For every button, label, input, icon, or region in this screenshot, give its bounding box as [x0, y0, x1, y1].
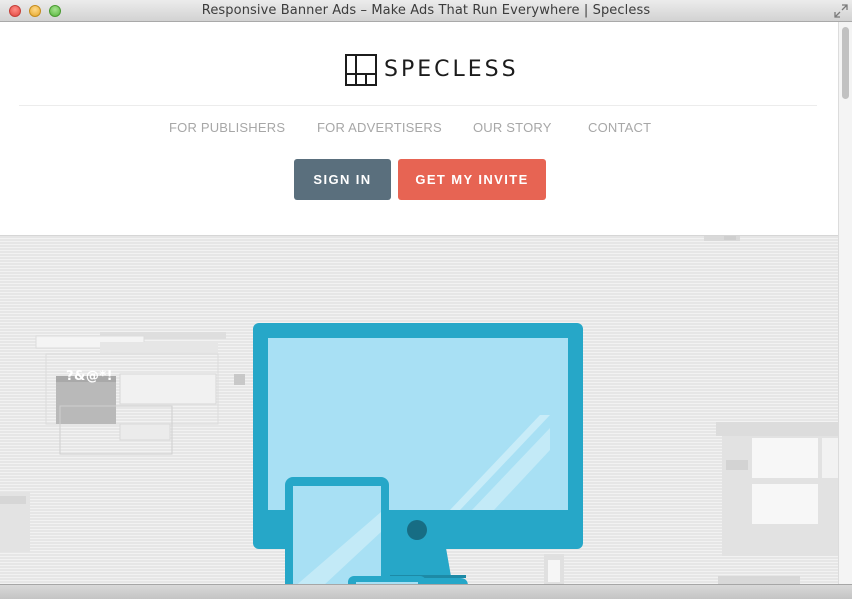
hero-section: ?&@*!: [0, 236, 838, 584]
window-title: Responsive Banner Ads – Make Ads That Ru…: [201, 3, 651, 18]
nav-link-our-story[interactable]: OUR STORY: [473, 120, 552, 135]
specless-logo-icon: [345, 53, 377, 86]
scrollbar-thumb[interactable]: [842, 27, 849, 99]
nav-link-for-publishers[interactable]: FOR PUBLISHERS: [169, 120, 285, 135]
browser-viewport: SPECLESS FOR PUBLISHERS FOR ADVERTISERS …: [0, 22, 838, 584]
nav-link-contact[interactable]: CONTACT: [588, 120, 651, 135]
symbols-text: ?&@*!: [66, 369, 114, 384]
logo-text: SPECLESS: [384, 56, 519, 82]
header-divider: [19, 105, 817, 106]
get-my-invite-button[interactable]: GET MY INVITE: [398, 159, 546, 200]
fullscreen-icon[interactable]: [834, 4, 848, 18]
sign-in-button[interactable]: SIGN IN: [294, 159, 391, 200]
window-titlebar: Responsive Banner Ads – Make Ads That Ru…: [0, 0, 852, 22]
nav-link-for-advertisers[interactable]: FOR ADVERTISERS: [317, 120, 442, 135]
logo[interactable]: SPECLESS: [345, 53, 519, 86]
window-bottom-bar: [0, 584, 852, 599]
site-header: SPECLESS FOR PUBLISHERS FOR ADVERTISERS …: [0, 22, 838, 236]
vertical-scrollbar[interactable]: [838, 22, 852, 584]
responsive-devices-illustration-icon: [253, 323, 583, 584]
